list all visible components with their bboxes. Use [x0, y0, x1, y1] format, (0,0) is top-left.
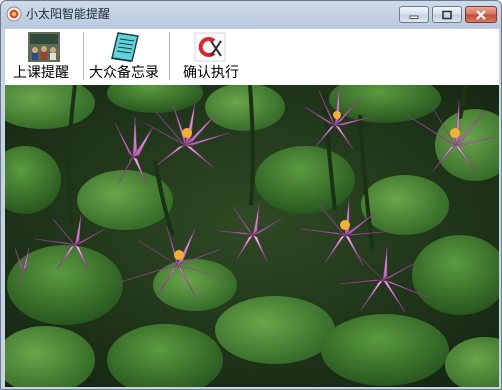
close-icon [476, 9, 486, 20]
maximize-icon [442, 10, 452, 19]
memo-label: 大众备忘录 [89, 65, 159, 81]
toolbar-separator [169, 32, 170, 80]
water-lily-photo [5, 85, 499, 387]
minimize-button[interactable] [399, 6, 429, 23]
confirm-execute-icon [194, 32, 226, 62]
memo-button[interactable]: 大众备忘录 [87, 29, 165, 85]
close-button[interactable] [465, 6, 497, 23]
toolbar: 上课提醒 大众备忘录 确认执行 [5, 29, 499, 85]
minimize-icon [409, 15, 419, 19]
class-reminder-button[interactable]: 上课提醒 [11, 29, 79, 85]
classroom-icon [28, 32, 60, 62]
title-bar[interactable]: 小太阳智能提醒 [1, 1, 501, 28]
maximize-button[interactable] [432, 6, 462, 23]
app-window: 小太阳智能提醒 上课提醒 大众备忘录 确认执行 [0, 0, 502, 390]
notebook-icon [111, 32, 139, 62]
class-reminder-label: 上课提醒 [13, 65, 69, 81]
app-icon [6, 6, 22, 22]
toolbar-separator [83, 32, 84, 80]
confirm-execute-label: 确认执行 [183, 65, 239, 81]
confirm-execute-button[interactable]: 确认执行 [177, 29, 243, 85]
background-image [5, 85, 499, 387]
window-title: 小太阳智能提醒 [26, 7, 111, 21]
